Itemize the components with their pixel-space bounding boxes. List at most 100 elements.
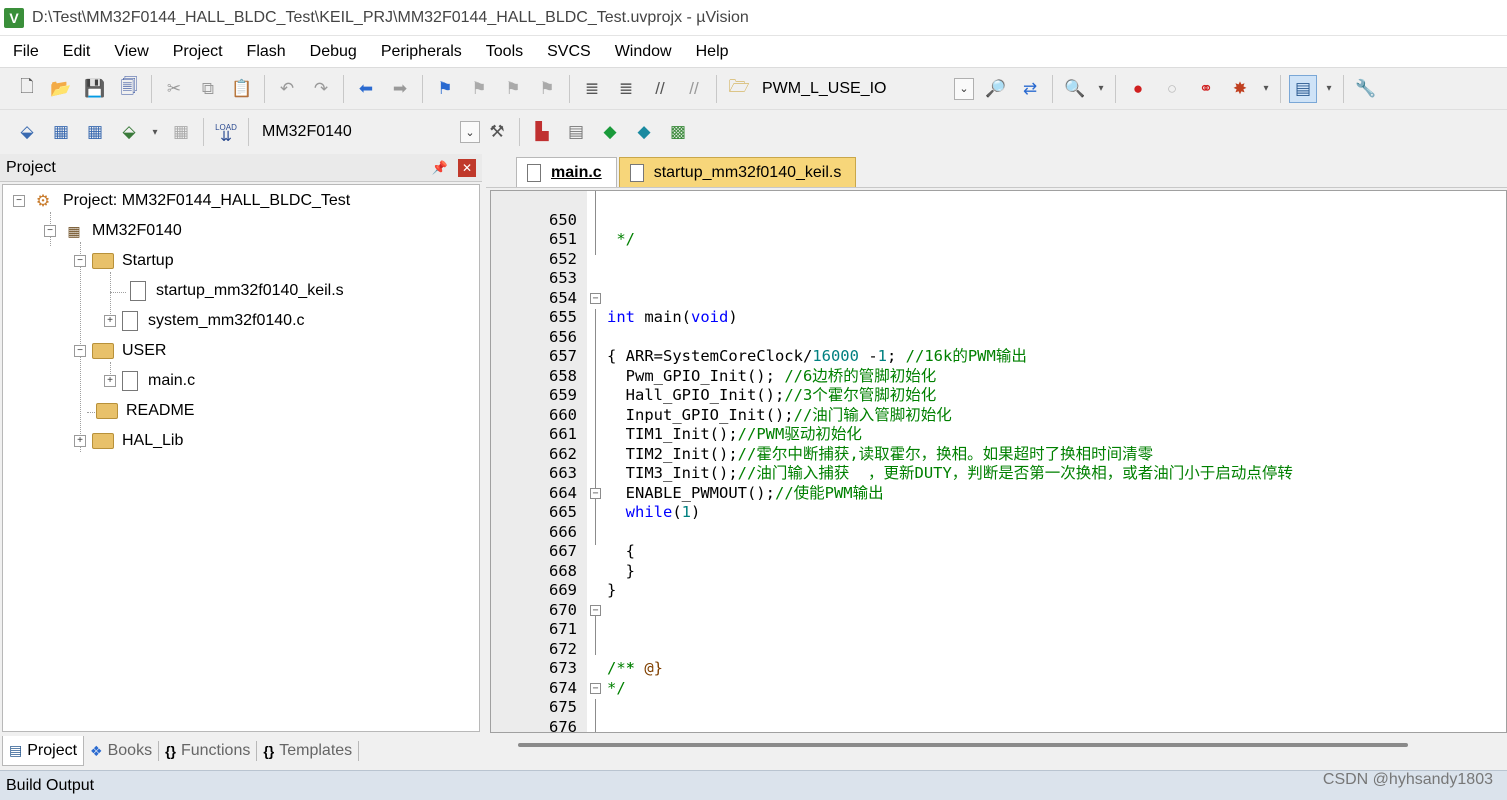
tree-file-startup[interactable]: startup_mm32f0140_keil.s [130, 278, 344, 304]
target-combo-dropdown-icon[interactable]: ⌄ [460, 121, 480, 143]
breakpoint-dropdown-icon[interactable]: ▾ [1260, 75, 1272, 103]
code-line: 662 TIM3_Init();//油门输入捕获 ，更新DUTY，判断是否第一次… [491, 425, 1506, 483]
manage-project-items-icon[interactable]: ▙ [528, 118, 556, 146]
uncomment-icon[interactable]: // [680, 75, 708, 103]
unindent-icon[interactable]: ≣ [612, 75, 640, 103]
debug-dropdown-icon[interactable]: ▾ [1095, 75, 1107, 103]
build-output-title: Build Output [6, 776, 95, 794]
redo-icon[interactable]: ↷ [307, 75, 335, 103]
expand-icon[interactable]: + [104, 315, 116, 327]
open-folder-icon[interactable]: 📂 [47, 75, 75, 103]
file-toolbar: 🗋 📂 💾 🗐 ✂ ⧉ 📋 ↶ ↷ ⬅ ➡ ⚑ ⚑ ⚑ ⚑ ≣ ≣ // // … [0, 68, 1507, 110]
manage-multi-project-icon[interactable]: ▤ [562, 118, 590, 146]
fold-collapse-icon[interactable]: − [590, 604, 601, 616]
tab-functions[interactable]: {} Functions [159, 736, 256, 766]
find-combo[interactable]: PWM_L_USE_IO [756, 76, 954, 102]
tree-project-node[interactable]: − ⚙ Project: MM32F0144_HALL_BLDC_Test [13, 188, 350, 214]
manage-run-time-environment-icon[interactable]: ◆ [596, 118, 624, 146]
tree-group-startup[interactable]: − Startup [74, 248, 174, 274]
menu-debug[interactable]: Debug [297, 43, 368, 61]
code-line: 665 − { [491, 484, 1506, 560]
disable-all-breakpoints-icon[interactable]: ⚭ [1192, 75, 1220, 103]
breakpoint-icon[interactable]: ● [1124, 75, 1152, 103]
menu-svcs[interactable]: SVCS [534, 43, 602, 61]
menu-peripherals[interactable]: Peripherals [368, 43, 473, 61]
indent-icon[interactable]: ≣ [578, 75, 606, 103]
tree-file-main[interactable]: + main.c [104, 368, 195, 394]
translate-icon[interactable]: ⬙ [13, 118, 41, 146]
tree-target-node[interactable]: − ▦ MM32F0140 [44, 218, 182, 244]
menu-view[interactable]: View [101, 43, 159, 61]
fold-collapse-icon[interactable]: − [590, 682, 601, 694]
code-line: 667 } [491, 523, 1506, 580]
tab-books[interactable]: ❖ Books [84, 736, 158, 766]
collapse-icon[interactable]: − [74, 255, 86, 267]
menu-file[interactable]: File [0, 43, 50, 61]
incremental-find-icon[interactable]: ⇄ [1016, 75, 1044, 103]
menu-window[interactable]: Window [602, 43, 683, 61]
menu-flash[interactable]: Flash [234, 43, 297, 61]
comment-icon[interactable]: // [646, 75, 674, 103]
find-in-files-icon[interactable]: 🗁 [725, 75, 753, 103]
save-all-icon[interactable]: 🗐 [115, 75, 143, 103]
download-load-icon[interactable]: LOAD ⇊ [212, 118, 240, 146]
tab-project[interactable]: ▤ Project [2, 736, 85, 766]
menu-help[interactable]: Help [683, 43, 740, 61]
paste-icon[interactable]: 📋 [228, 75, 256, 103]
code-editor[interactable]: 650 */ 651 652 653 654 int main(void) 65… [490, 190, 1507, 733]
build-icon[interactable]: ▦ [47, 118, 75, 146]
new-file-icon[interactable]: 🗋 [13, 75, 41, 103]
window-layout-icon[interactable]: ▤ [1289, 74, 1317, 103]
rebuild-icon[interactable]: ▦ [81, 118, 109, 146]
tree-group-hal-lib[interactable]: + HAL_Lib [74, 428, 183, 454]
expand-icon[interactable]: + [74, 435, 86, 447]
collapse-icon[interactable]: − [74, 345, 86, 357]
target-combo[interactable]: MM32F0140 [254, 119, 460, 145]
insert-bookmark-icon[interactable]: ⚑ [431, 75, 459, 103]
next-bookmark-icon[interactable]: ⚑ [499, 75, 527, 103]
configure-icon[interactable]: 🔧 [1352, 75, 1380, 103]
batch-build-dropdown-icon[interactable]: ▾ [149, 118, 161, 146]
navigate-forward-icon[interactable]: ➡ [386, 75, 414, 103]
tab-startup-s[interactable]: startup_mm32f0140_keil.s [618, 157, 857, 187]
prev-bookmark-icon[interactable]: ⚑ [465, 75, 493, 103]
undo-icon[interactable]: ↶ [273, 75, 301, 103]
menu-project[interactable]: Project [160, 43, 234, 61]
debug-session-icon[interactable]: 🔍 [1061, 75, 1089, 103]
fold-collapse-icon[interactable]: − [590, 292, 601, 304]
batch-build-icon[interactable]: ⬙ [115, 118, 143, 146]
kill-all-breakpoints-icon[interactable]: ✸ [1226, 75, 1254, 103]
scrollbar-thumb[interactable] [518, 743, 1408, 747]
copy-icon[interactable]: ⧉ [194, 75, 222, 103]
save-icon[interactable]: 💾 [81, 75, 109, 103]
pack-installer-icon[interactable]: ▩ [664, 118, 692, 146]
tree-group-user[interactable]: − USER [74, 338, 166, 364]
target-options-icon[interactable]: ⚒ [483, 118, 511, 146]
pin-icon[interactable]: 📌 [432, 160, 448, 176]
cut-icon[interactable]: ✂ [160, 75, 188, 103]
close-icon[interactable]: ✕ [458, 158, 476, 177]
horizontal-scrollbar[interactable] [490, 735, 1507, 755]
stop-build-icon[interactable]: ▦ [167, 118, 195, 146]
menu-edit[interactable]: Edit [50, 43, 102, 61]
tree-file-system[interactable]: + system_mm32f0140.c [104, 308, 305, 334]
file-name: startup_mm32f0140_keil.s [156, 282, 344, 299]
window-layout-dropdown-icon[interactable]: ▾ [1323, 75, 1335, 103]
fold-collapse-icon[interactable]: − [590, 487, 601, 499]
expand-icon[interactable]: + [104, 375, 116, 387]
tab-main-c[interactable]: main.c [516, 157, 617, 187]
find-icon[interactable]: 🔎 [982, 75, 1010, 103]
collapse-icon[interactable]: − [13, 195, 25, 207]
folder-open-icon [92, 343, 114, 359]
find-combo-dropdown-icon[interactable]: ⌄ [954, 77, 974, 100]
select-software-packs-icon[interactable]: ◆ [630, 118, 658, 146]
tab-templates[interactable]: {} Templates [257, 736, 358, 766]
menu-tools[interactable]: Tools [473, 43, 534, 61]
tree-group-readme[interactable]: README [96, 398, 194, 424]
uvision-app-icon: V [4, 7, 24, 28]
navigate-back-icon[interactable]: ⬅ [352, 75, 380, 103]
clear-bookmarks-icon[interactable]: ⚑ [533, 75, 561, 103]
disable-breakpoint-icon[interactable]: ○ [1158, 75, 1186, 103]
code-line: 672 * @} [491, 620, 1506, 678]
collapse-icon[interactable]: − [44, 225, 56, 237]
